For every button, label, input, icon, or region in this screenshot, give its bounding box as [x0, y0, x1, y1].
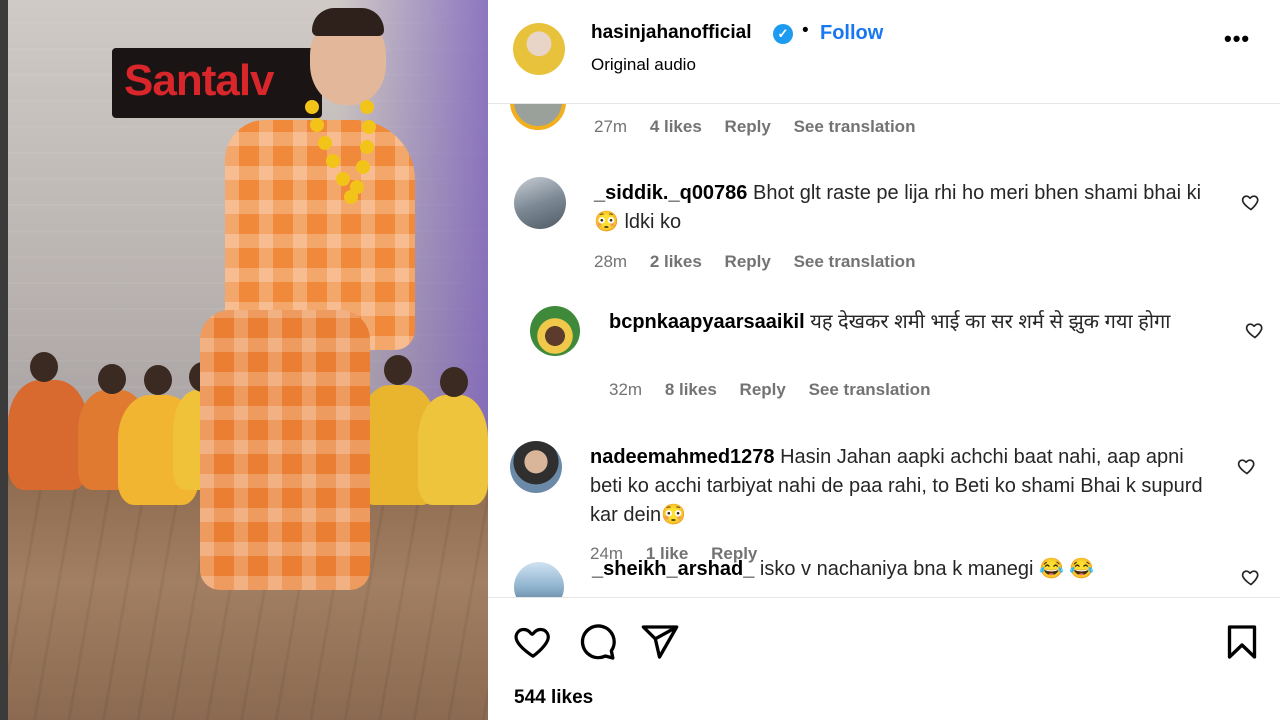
media-dancer: [200, 110, 415, 590]
post-actions: 544 likes: [488, 597, 1280, 721]
commenter-avatar[interactable]: [514, 562, 564, 597]
post-media[interactable]: Santalv: [0, 0, 488, 720]
commenter-avatar[interactable]: [530, 306, 580, 356]
comment-time: 28m: [594, 252, 628, 271]
comment-like-icon[interactable]: [1237, 456, 1257, 476]
media-dancer-hair: [312, 8, 384, 36]
comment-username[interactable]: _siddik._q00786: [594, 182, 747, 204]
comment-time: 32m: [609, 380, 643, 399]
commenter-avatar[interactable]: [510, 104, 566, 130]
reply-button[interactable]: Reply: [740, 380, 786, 399]
comment-body: nadeemahmed1278 Hasin Jahan aapki achchi…: [590, 443, 1210, 530]
likes-count[interactable]: 544 likes: [514, 687, 593, 709]
comment-likes[interactable]: 8 likes: [665, 380, 717, 399]
comment-text: isko v nachaniya bna k manegi 😂 😂: [759, 558, 1095, 580]
comment-username[interactable]: bcpnkaapyaarsaaikil: [609, 311, 805, 333]
follow-button[interactable]: Follow: [820, 22, 883, 45]
comment-body: _siddik._q00786 Bhot glt raste pe lija r…: [594, 179, 1214, 237]
share-icon[interactable]: [640, 622, 680, 662]
see-translation-button[interactable]: See translation: [809, 380, 931, 399]
post-header: hasinjahanofficial ✓ • Follow Original a…: [488, 0, 1280, 104]
comment-like-icon[interactable]: [1241, 567, 1261, 587]
bookmark-icon[interactable]: [1222, 622, 1262, 662]
media-edge: [0, 0, 8, 720]
audio-link[interactable]: Original audio: [591, 55, 696, 75]
heart-icon[interactable]: [513, 622, 553, 662]
media-sign-text: Santalv: [124, 56, 275, 105]
verified-icon: ✓: [773, 24, 793, 44]
comment-icon[interactable]: [577, 622, 617, 662]
reply-button[interactable]: Reply: [725, 252, 771, 271]
comment-like-icon[interactable]: [1241, 192, 1261, 212]
see-translation-button[interactable]: See translation: [794, 252, 916, 271]
comment-body: _sheikh_arshad_ isko v nachaniya bna k m…: [592, 555, 1212, 584]
see-translation-button[interactable]: See translation: [794, 117, 916, 136]
comment-text: यह देखकर शमी भाई का सर शर्म से झुक गया ह…: [810, 311, 1171, 333]
comment-likes[interactable]: 4 likes: [650, 117, 702, 136]
commenter-avatar[interactable]: [514, 177, 566, 229]
comment-body: bcpnkaapyaarsaaikil यह देखकर शमी भाई का …: [609, 308, 1209, 337]
reply-button[interactable]: Reply: [725, 117, 771, 136]
more-icon[interactable]: •••: [1224, 26, 1250, 52]
comments-list[interactable]: 27m 4 likes Reply See translation _siddi…: [488, 104, 1280, 597]
author-username[interactable]: hasinjahanofficial: [591, 22, 751, 44]
separator-dot: •: [802, 20, 809, 41]
comment-username[interactable]: nadeemahmed1278: [590, 446, 775, 468]
comment-likes[interactable]: 2 likes: [650, 252, 702, 271]
comment-time: 27m: [594, 117, 628, 136]
commenter-avatar[interactable]: [510, 441, 562, 493]
author-avatar[interactable]: [513, 23, 565, 75]
comment-username[interactable]: _sheikh_arshad_: [592, 558, 754, 580]
comment-like-icon[interactable]: [1245, 320, 1265, 340]
